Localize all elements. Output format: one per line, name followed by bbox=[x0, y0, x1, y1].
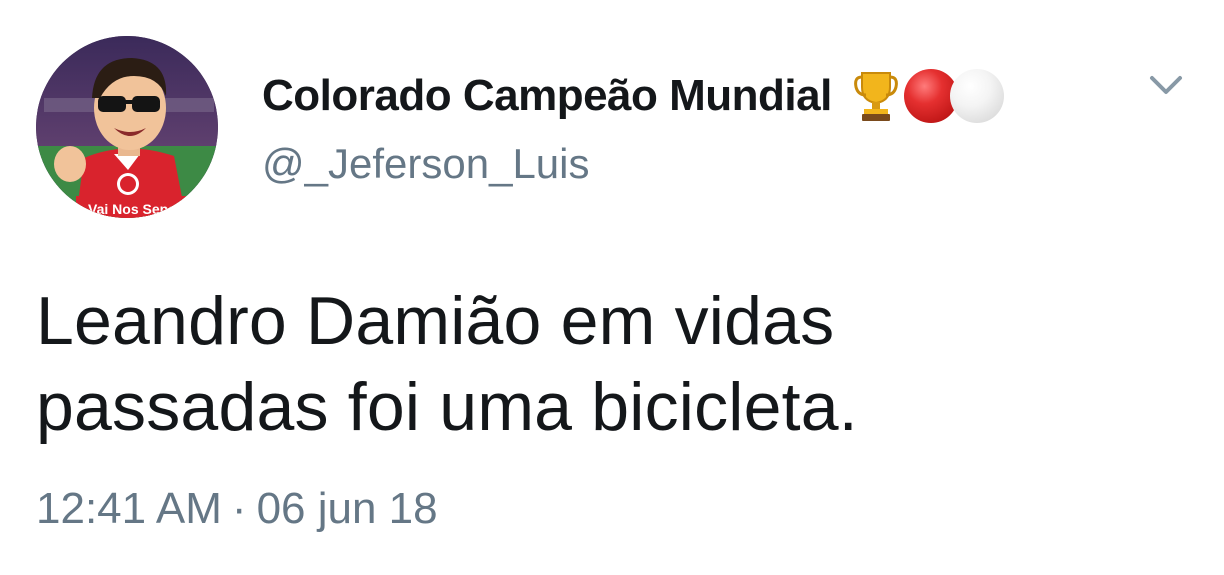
tweet-timestamp[interactable]: 12:41 AM · 06 jun 18 bbox=[36, 484, 438, 534]
tweet-text-line: passadas foi uma bicicleta. bbox=[36, 369, 858, 445]
user-handle[interactable]: @_Jeferson_Luis bbox=[262, 140, 590, 188]
tweet-time: 12:41 AM bbox=[36, 484, 222, 533]
trophy-icon bbox=[853, 72, 898, 121]
chevron-down-icon[interactable] bbox=[1146, 70, 1186, 102]
display-name[interactable]: Colorado Campeão Mundial bbox=[262, 71, 832, 121]
avatar-caption: Vai Nos Sepa bbox=[88, 201, 176, 217]
tweet-date: 06 jun 18 bbox=[256, 484, 438, 533]
tweet-text-line: Leandro Damião em vidas bbox=[36, 283, 835, 359]
timestamp-separator: · bbox=[231, 484, 247, 533]
user-avatar[interactable]: Vai Nos Sepa bbox=[36, 36, 218, 218]
tweet-card: Vai Nos Sepa Colorado Campeão Mundial @_… bbox=[0, 0, 1224, 575]
name-emojis bbox=[853, 69, 1004, 123]
name-row: Colorado Campeão Mundial bbox=[262, 66, 1004, 126]
white-circle-icon bbox=[949, 69, 1004, 123]
avatar-illustration: Vai Nos Sepa bbox=[36, 36, 218, 218]
tweet-text: Leandro Damião em vidas passadas foi uma… bbox=[36, 278, 1156, 450]
